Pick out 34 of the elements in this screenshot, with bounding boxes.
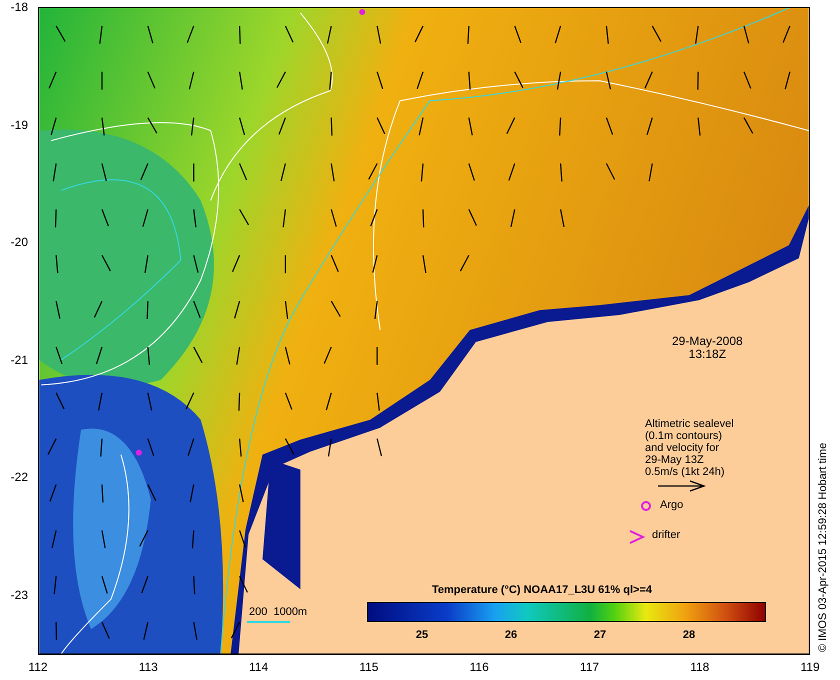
colorbar-label: 25 bbox=[416, 629, 428, 641]
colorbar-label: 26 bbox=[504, 629, 518, 641]
depth-contour-label: 200 1000m bbox=[249, 606, 308, 618]
latitude-label: -18 bbox=[10, 0, 29, 14]
map-time: 13:18Z bbox=[688, 348, 726, 361]
colorbar-label: 28 bbox=[682, 629, 696, 641]
velocity-arrow-icon bbox=[658, 480, 706, 492]
longitude-label: 118 bbox=[690, 660, 710, 674]
longitude-label: 114 bbox=[249, 660, 268, 674]
contour-line-sample bbox=[247, 621, 290, 623]
legend-text: 0.5m/s (1kt 24h) bbox=[645, 466, 726, 478]
latitude-label: -23 bbox=[10, 588, 29, 602]
drifter-label: drifter bbox=[652, 529, 680, 541]
longitude-label: 117 bbox=[580, 660, 600, 674]
map-date: 29-May-2008 bbox=[672, 335, 743, 348]
longitude-label: 116 bbox=[470, 660, 489, 674]
longitude-label: 115 bbox=[359, 660, 378, 674]
credit-text: © IMOS 03-Apr-2015 12:59:28 Hobart time bbox=[817, 442, 829, 652]
latitude-label: -21 bbox=[10, 352, 29, 367]
legend-text: Altimetric sealevel bbox=[645, 418, 734, 430]
legend-text: and velocity for bbox=[645, 442, 720, 454]
latitude-label: -20 bbox=[10, 235, 29, 250]
chevron-marker-icon bbox=[629, 530, 645, 544]
colorbar-title: Temperature (°C) NOAA17_L3U 61% ql>=4 bbox=[432, 584, 652, 596]
circle-marker-icon bbox=[640, 500, 652, 512]
longitude-label: 119 bbox=[800, 660, 820, 674]
longitude-label: 113 bbox=[138, 660, 158, 674]
legend-text: 29-May 13Z bbox=[645, 454, 705, 466]
argo-label: Argo bbox=[660, 499, 684, 511]
longitude-label: 112 bbox=[28, 660, 48, 674]
latitude-label: -22 bbox=[10, 470, 29, 484]
colorbar-label: 27 bbox=[594, 629, 606, 641]
legend-text: (0.1m contours) bbox=[645, 430, 724, 442]
latitude-label: -19 bbox=[10, 118, 29, 132]
